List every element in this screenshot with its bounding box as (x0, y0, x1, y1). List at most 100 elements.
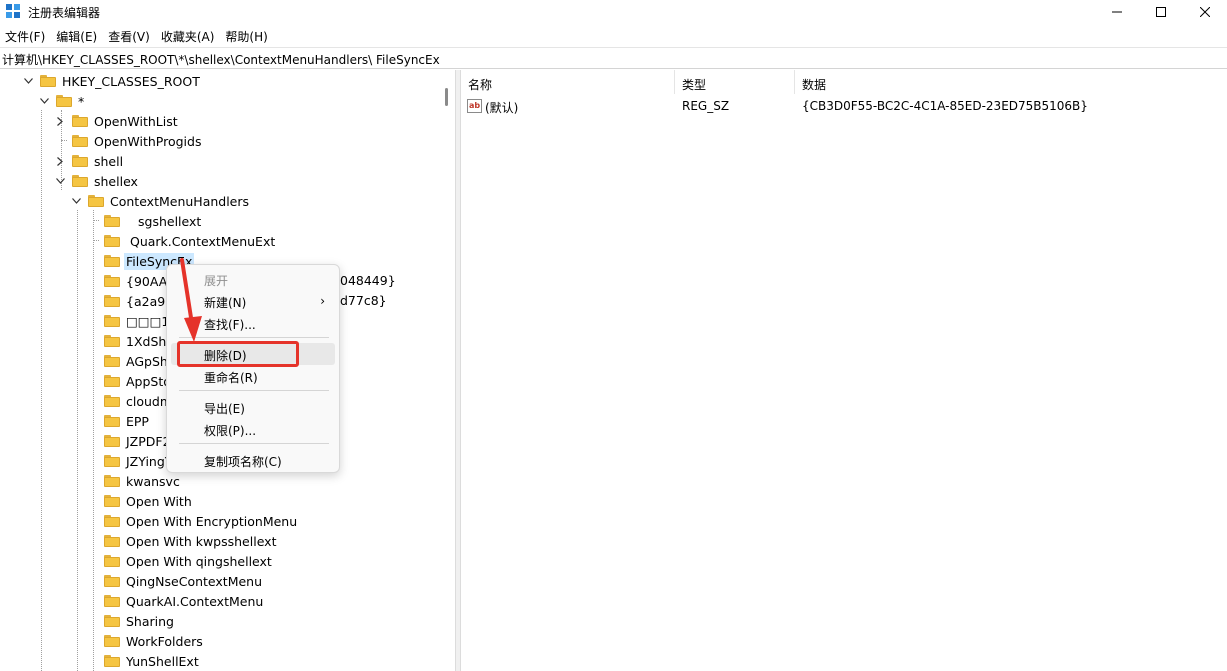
menu-separator (179, 443, 329, 444)
folder-icon (104, 495, 120, 507)
tree-item[interactable]: HKEY_CLASSES_ROOT (22, 71, 202, 91)
tree-connector (86, 235, 98, 247)
chevron-down-icon[interactable] (70, 195, 82, 207)
minimize-button[interactable] (1094, 0, 1140, 24)
tree-item[interactable]: OpenWithList (54, 111, 180, 131)
tree-item-label: Quark.ContextMenuExt (130, 233, 276, 249)
tree-item[interactable]: JZPDF2I (86, 431, 176, 451)
value-name: (默认) (485, 101, 519, 115)
tree-overflow-text-a: 048449} (340, 273, 396, 288)
tree-overflow-text-b: d77c8} (340, 293, 387, 308)
tree-item[interactable]: kwansvc (86, 471, 182, 491)
column-header-data[interactable]: 数据 (795, 70, 1227, 94)
tree-item-label: HKEY_CLASSES_ROOT (62, 73, 200, 89)
regedit-app-icon (6, 4, 20, 18)
tree-item[interactable]: WorkFolders (86, 631, 205, 651)
folder-icon (104, 275, 120, 287)
folder-icon (104, 215, 120, 227)
tree-item-label: ContextMenuHandlers (110, 193, 250, 209)
maximize-button[interactable] (1138, 0, 1184, 24)
folder-icon (104, 335, 120, 347)
tree-item[interactable]: OpenWithProgids (54, 131, 203, 151)
window-title: 注册表编辑器 (28, 6, 101, 20)
folder-icon (104, 415, 120, 427)
chevron-right-icon[interactable] (54, 155, 66, 167)
close-button[interactable] (1182, 0, 1227, 24)
string-value-icon: ab (467, 99, 482, 113)
tree-connector (86, 295, 98, 307)
tree-item-label: WorkFolders (126, 633, 203, 649)
tree-connector (86, 335, 98, 347)
tree-item-label: OpenWithList (94, 113, 178, 129)
folder-icon (72, 115, 88, 127)
tree-item[interactable]: AppStor (86, 371, 178, 391)
tree-connector (86, 255, 98, 267)
tree-item[interactable]: * (38, 91, 86, 111)
chevron-right-icon[interactable] (54, 115, 66, 127)
tree-item[interactable]: shellex (54, 171, 140, 191)
chevron-down-icon[interactable] (22, 75, 34, 87)
address-bar[interactable]: 计算机\HKEY_CLASSES_ROOT\*\shellex\ContextM… (0, 47, 1227, 69)
tree-item-label: EPP (126, 413, 149, 429)
menu-file[interactable]: 文件(F) (0, 26, 51, 46)
tree-item-label: Open With (126, 493, 192, 509)
folder-icon (104, 535, 120, 547)
tree-connector (86, 315, 98, 327)
folder-icon (104, 655, 120, 667)
tree-item[interactable]: shell (54, 151, 125, 171)
folder-icon (104, 575, 120, 587)
folder-icon (104, 255, 120, 267)
chevron-down-icon[interactable] (54, 175, 66, 187)
tree-connector (86, 455, 98, 467)
value-row-default[interactable]: ab (默认) REG_SZ {CB3D0F55-BC2C-4C1A-85ED-… (461, 96, 1227, 116)
tree-item-label: * (78, 93, 85, 109)
folder-icon (104, 375, 120, 387)
tree-item[interactable]: Sharing (86, 611, 176, 631)
folder-icon (104, 435, 120, 447)
tree-connector (86, 655, 98, 667)
annotation-arrow-icon (180, 258, 202, 342)
tree-item-label: QingNseContextMenu (126, 573, 263, 589)
tree-item[interactable]: Open With EncryptionMenu (86, 511, 299, 531)
tree-connector (86, 615, 98, 627)
folder-icon (72, 135, 88, 147)
tree-item[interactable]: sgshellext (86, 211, 203, 231)
tree-connector (86, 575, 98, 587)
tree-item[interactable]: Quark.ContextMenuExt (86, 231, 277, 251)
tree-connector (86, 435, 98, 447)
menu-view[interactable]: 查看(V) (103, 26, 156, 46)
column-header-name[interactable]: 名称 (461, 70, 675, 94)
folder-icon (104, 455, 120, 467)
tree-item[interactable]: ContextMenuHandlers (70, 191, 251, 211)
tree-item[interactable]: JZYingYi (86, 451, 177, 471)
tree-scrollbar[interactable] (438, 70, 455, 671)
tree-item[interactable]: EPP (86, 411, 151, 431)
menu-help[interactable]: 帮助(H) (220, 26, 273, 46)
menu-item-copy-key-name[interactable]: 复制项名称(C) (171, 449, 335, 471)
tree-scrollbar-thumb[interactable] (445, 88, 448, 106)
tree-item[interactable]: Open With qingshellext (86, 551, 274, 571)
tree-item[interactable]: AGpShe (86, 351, 178, 371)
menu-item-rename[interactable]: 重命名(R) (171, 365, 335, 387)
tree-connector (86, 475, 98, 487)
folder-icon (104, 475, 120, 487)
folder-icon (40, 75, 56, 87)
folder-icon (104, 295, 120, 307)
tree-item-label: Open With qingshellext (126, 553, 272, 569)
menu-favorites[interactable]: 收藏夹(A) (156, 26, 221, 46)
menu-item-export[interactable]: 导出(E) (171, 396, 335, 418)
tree-item[interactable]: Open With (86, 491, 194, 511)
column-header-type[interactable]: 类型 (675, 70, 795, 94)
tree-item[interactable]: QingNseContextMenu (86, 571, 264, 591)
tree-item[interactable]: YunShellExt (86, 651, 201, 671)
folder-icon (104, 235, 120, 247)
tree-item-label: shellex (94, 173, 138, 189)
menu-item-permissions[interactable]: 权限(P)... (171, 418, 335, 440)
menu-edit[interactable]: 编辑(E) (51, 26, 103, 46)
tree-item[interactable]: QuarkAI.ContextMenu (86, 591, 265, 611)
tree-item-label: shell (94, 153, 124, 169)
tree-connector (86, 395, 98, 407)
chevron-down-icon[interactable] (38, 95, 50, 107)
minimize-icon (1112, 11, 1122, 13)
tree-item[interactable]: Open With kwpsshellext (86, 531, 278, 551)
